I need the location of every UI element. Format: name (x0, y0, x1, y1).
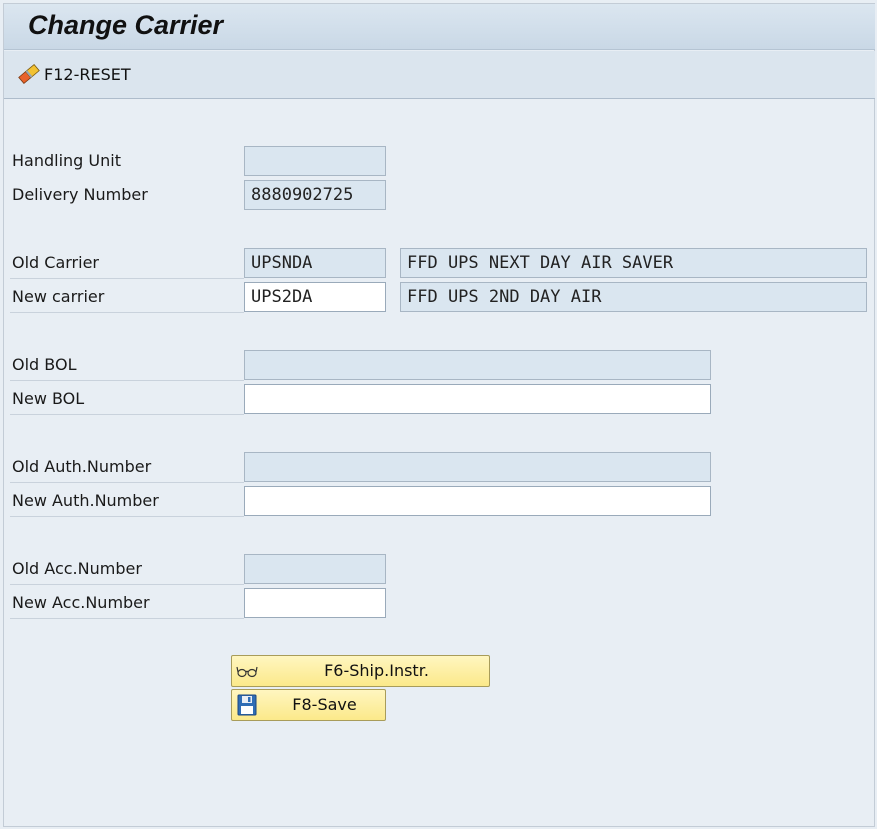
handling-unit-field[interactable] (244, 146, 386, 176)
old-bol-field[interactable] (244, 350, 711, 380)
old-acc-number-field[interactable] (244, 554, 386, 584)
old-auth-number-label: Old Auth.Number (10, 451, 244, 483)
new-auth-number-label: New Auth.Number (10, 485, 244, 517)
new-carrier-description-field: FFD UPS 2ND DAY AIR (400, 282, 867, 312)
old-bol-label: Old BOL (10, 349, 244, 381)
old-acc-number-label: Old Acc.Number (10, 553, 244, 585)
glasses-icon (236, 666, 258, 678)
old-carrier-description-field: FFD UPS NEXT DAY AIR SAVER (400, 248, 867, 278)
save-button-label: F8-Save (292, 695, 357, 714)
new-bol-label: New BOL (10, 383, 244, 415)
new-acc-number-input[interactable] (244, 588, 386, 618)
old-auth-number-field[interactable] (244, 452, 711, 482)
ship-instructions-button-label: F6-Ship.Instr. (324, 661, 429, 680)
save-button[interactable]: F8-Save (231, 689, 386, 721)
page-title: Change Carrier (28, 10, 224, 40)
delivery-number-label: Delivery Number (12, 185, 148, 204)
new-bol-input[interactable] (244, 384, 711, 414)
reset-button[interactable]: F12-RESET (16, 61, 131, 87)
old-carrier-label: Old Carrier (10, 247, 244, 279)
eraser-icon (18, 63, 40, 85)
new-auth-number-input[interactable] (244, 486, 711, 516)
new-acc-number-label: New Acc.Number (10, 587, 244, 619)
handling-unit-label: Handling Unit (12, 151, 121, 170)
screen-frame (3, 3, 875, 827)
ship-instructions-button[interactable]: F6-Ship.Instr. (231, 655, 490, 687)
reset-button-label: F12-RESET (44, 64, 131, 84)
application-toolbar: F12-RESET (4, 51, 875, 99)
delivery-number-field[interactable]: 8880902725 (244, 180, 386, 210)
title-bar: Change Carrier (4, 4, 875, 50)
old-carrier-code-field[interactable]: UPSNDA (244, 248, 386, 278)
floppy-disk-icon (237, 694, 257, 716)
new-carrier-label: New carrier (10, 281, 244, 313)
new-carrier-code-input[interactable]: UPS2DA (244, 282, 386, 312)
